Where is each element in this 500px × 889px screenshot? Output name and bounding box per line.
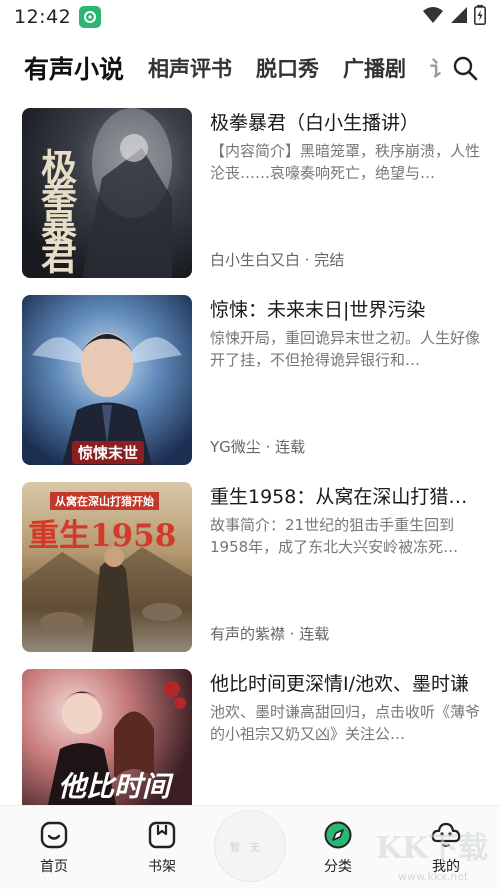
nav-bookshelf[interactable]: 书架 [132, 820, 192, 876]
list-item[interactable]: 惊悚末世 惊悚：未来末日|世界污染 惊悚开局，重回诡异末世之初。人生好像开了挂，… [0, 295, 500, 482]
tab-radio-drama[interactable]: 广播剧 [343, 53, 406, 83]
nav-profile-label: 我的 [432, 859, 460, 875]
nav-home[interactable]: 首页 [24, 820, 84, 876]
cover-title: 他比时间 [58, 770, 171, 803]
app-screen: 12:42 有声小说 相声评书 脱口秀 广播剧 讠 极拳暴君 极拳暴君（白小生播… [0, 0, 500, 889]
book-title: 重生1958：从窝在深山打猎… [210, 486, 468, 508]
book-title: 极拳暴君（白小生播讲） [210, 112, 420, 134]
cover-title: 重生1958 [28, 518, 177, 554]
book-info: 惊悚：未来末日|世界污染 惊悚开局，重回诡异末世之初。人生好像开了挂，不但抢得诡… [210, 295, 480, 465]
category-tabs: 有声小说 相声评书 脱口秀 广播剧 讠 [0, 44, 500, 92]
status-bar: 12:42 [0, 0, 500, 34]
book-description: 惊悚开局，重回诡异末世之初。人生好像开了挂，不但抢得诡异银行和… [210, 329, 480, 369]
tab-more[interactable]: 讠 [430, 53, 444, 83]
player-button-label: 暂无 [230, 842, 270, 854]
home-icon [39, 820, 69, 850]
app-notification-icon [79, 6, 102, 28]
book-cover[interactable]: 他比时间 [22, 669, 192, 809]
book-description: 【内容简介】黑暗笼罩，秩序崩溃，人性沦丧……哀嚎奏响死亡，绝望与… [210, 142, 480, 182]
book-description: 池欢、墨时谦高甜回归，点击收听《薄爷的小祖宗又奶又凶》关注公… [210, 703, 480, 743]
book-cover[interactable]: 惊悚末世 [22, 295, 192, 465]
player-button[interactable]: 暂无 [214, 810, 286, 882]
list-item[interactable]: 极拳暴君 极拳暴君（白小生播讲） 【内容简介】黑暗笼罩，秩序崩溃，人性沦丧……哀… [0, 108, 500, 295]
compass-icon [323, 820, 353, 850]
book-cover[interactable]: 从窝在深山打猎开始 重生1958 [22, 482, 192, 652]
book-meta: 有声的紫襟 · 连载 [210, 625, 330, 643]
search-icon[interactable] [452, 55, 478, 81]
nav-profile[interactable]: 我的 [416, 820, 476, 876]
status-icons [422, 5, 486, 29]
book-title: 惊悚：未来末日|世界污染 [210, 299, 426, 321]
tab-crosstalk[interactable]: 相声评书 [148, 53, 232, 83]
signal-icon [450, 6, 468, 28]
cover-banner: 从窝在深山打猎开始 [50, 492, 159, 510]
nav-category-label: 分类 [324, 859, 352, 875]
book-info: 重生1958：从窝在深山打猎… 故事简介：21世纪的狙击手重生回到1958年，成… [210, 482, 480, 652]
profile-icon [431, 820, 461, 850]
book-title: 他比时间更深情I/池欢、墨时谦 [210, 673, 470, 695]
nav-bookshelf-label: 书架 [148, 859, 176, 875]
battery-icon [474, 5, 486, 29]
bottom-navigation: 首页 书架 暂无 分类 我的 KK下载 www.kkx.net [0, 805, 500, 889]
book-info: 极拳暴君（白小生播讲） 【内容简介】黑暗笼罩，秩序崩溃，人性沦丧……哀嚎奏响死亡… [210, 108, 480, 278]
cover-title: 极拳暴君 [35, 148, 77, 268]
book-meta: YG微尘 · 连载 [210, 438, 306, 456]
list-item[interactable]: 从窝在深山打猎开始 重生1958 重生1958：从窝在深山打猎… 故事简介：21… [0, 482, 500, 669]
tab-audio-novels[interactable]: 有声小说 [24, 50, 124, 86]
bookshelf-icon [147, 820, 177, 850]
book-meta: 白小生白又白 · 完结 [210, 251, 345, 269]
wifi-icon [422, 6, 444, 28]
book-list: 极拳暴君 极拳暴君（白小生播讲） 【内容简介】黑暗笼罩，秩序崩溃，人性沦丧……哀… [0, 108, 500, 856]
nav-home-label: 首页 [40, 859, 68, 875]
book-description: 故事简介：21世纪的狙击手重生回到1958年，成了东北大兴安岭被冻死… [210, 516, 459, 556]
cover-title: 惊悚末世 [72, 441, 145, 464]
nav-category[interactable]: 分类 [308, 820, 368, 876]
tab-talk-show[interactable]: 脱口秀 [256, 53, 319, 83]
book-cover[interactable]: 极拳暴君 [22, 108, 192, 278]
status-time: 12:42 [14, 6, 72, 28]
